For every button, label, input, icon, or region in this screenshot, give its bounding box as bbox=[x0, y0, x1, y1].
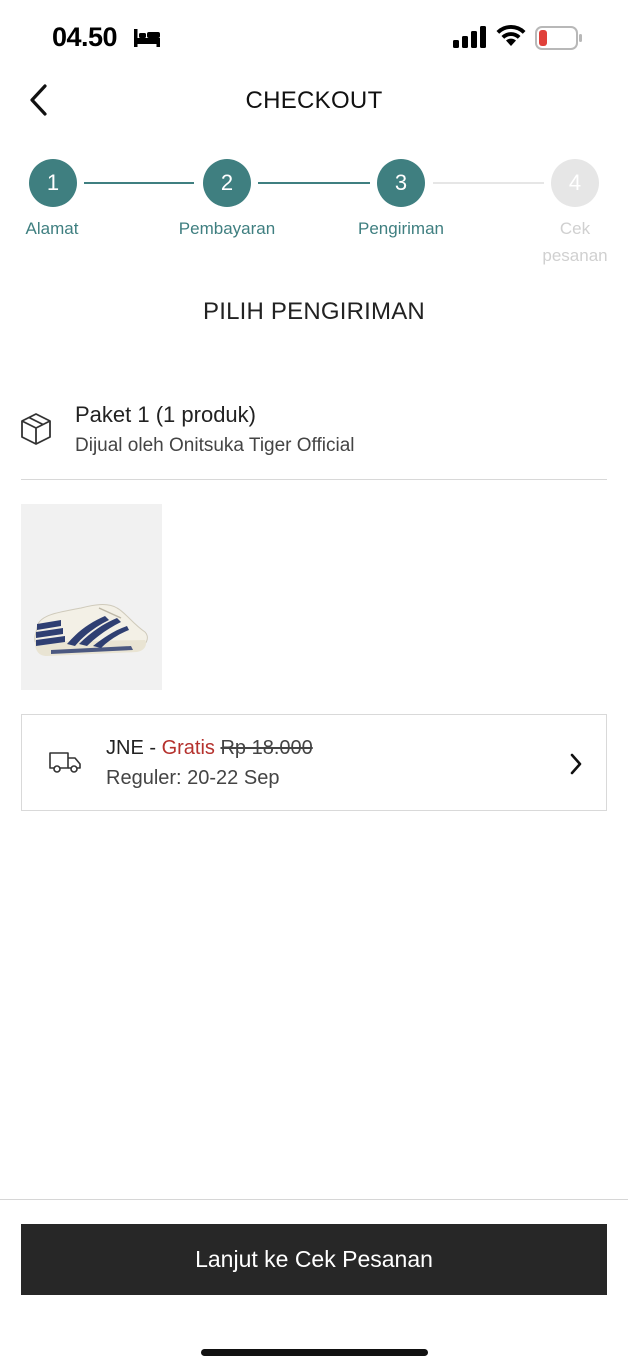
step-connector bbox=[84, 182, 194, 184]
step-2-circle[interactable]: 2 bbox=[203, 159, 251, 207]
step-connector bbox=[258, 182, 370, 184]
step-1-label: Alamat bbox=[25, 219, 79, 238]
footer-divider bbox=[0, 1199, 628, 1200]
status-time: 04.50 bbox=[52, 22, 118, 52]
step-connector bbox=[433, 182, 544, 184]
status-bar: 04.50 bbox=[0, 0, 628, 76]
package-icon bbox=[20, 412, 52, 451]
step-4-circle: 4 bbox=[551, 159, 599, 207]
courier-name: JNE - bbox=[106, 737, 162, 759]
divider bbox=[21, 479, 607, 480]
sneaker-image bbox=[34, 604, 148, 656]
battery-icon bbox=[535, 26, 583, 55]
free-shipping-label: Gratis bbox=[161, 737, 215, 759]
step-1-circle[interactable]: 1 bbox=[29, 159, 77, 207]
bed-icon bbox=[133, 27, 161, 54]
package-seller: Dijual oleh Onitsuka Tiger Official bbox=[75, 435, 355, 456]
shipping-option[interactable]: JNE - Gratis Rp 18.000 Reguler: 20-22 Se… bbox=[21, 714, 607, 811]
page-title: CHECKOUT bbox=[245, 87, 383, 114]
section-title: PILIH PENGIRIMAN bbox=[203, 298, 425, 325]
wifi-icon bbox=[495, 24, 527, 53]
product-thumbnail[interactable] bbox=[21, 504, 162, 690]
signal-icon bbox=[453, 26, 487, 53]
truck-icon bbox=[48, 749, 82, 780]
step-3-label: Pengiriman bbox=[358, 219, 444, 238]
header: CHECKOUT bbox=[0, 76, 628, 128]
step-4-label: Cek pesanan bbox=[542, 219, 608, 265]
package-title: Paket 1 (1 produk) bbox=[75, 402, 256, 427]
step-2-label: Pembayaran bbox=[178, 219, 276, 238]
checkout-stepper: 1 2 3 4 Alamat Pembayaran Pengiriman Cek… bbox=[0, 156, 628, 266]
original-shipping-price: Rp 18.000 bbox=[220, 737, 313, 759]
shipping-courier-line: JNE - Gratis Rp 18.000 bbox=[106, 737, 313, 760]
chevron-right-icon bbox=[568, 752, 584, 781]
continue-button[interactable]: Lanjut ke Cek Pesanan bbox=[21, 1224, 607, 1295]
step-3-circle[interactable]: 3 bbox=[377, 159, 425, 207]
home-indicator[interactable] bbox=[201, 1349, 428, 1356]
shipping-service: Reguler: 20-22 Sep bbox=[106, 767, 280, 789]
